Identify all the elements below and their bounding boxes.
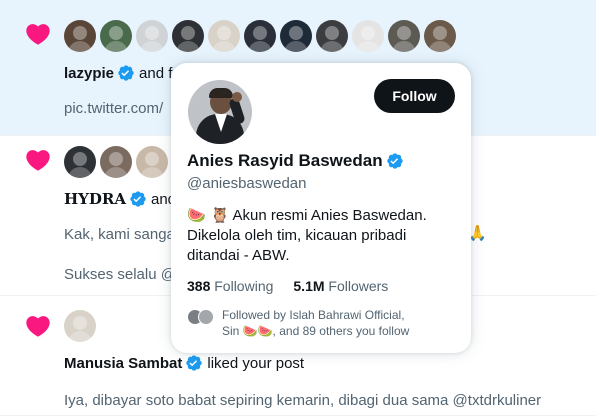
profile-name-text: Anies Rasyid Baswedan xyxy=(187,151,383,170)
liker-avatars xyxy=(64,146,168,178)
avatar[interactable] xyxy=(136,20,168,52)
followers-label: Followers xyxy=(328,278,389,294)
avatar[interactable] xyxy=(136,146,168,178)
profile-handle[interactable]: @aniesbaswedan xyxy=(187,175,306,192)
post-preview[interactable]: Kak, kami sanga xyxy=(64,226,175,243)
verified-badge-icon xyxy=(117,64,135,82)
avatar[interactable] xyxy=(100,146,132,178)
avatar[interactable] xyxy=(64,310,96,342)
followed-by-line-1: Followed by Islah Bahrawi Official, xyxy=(222,308,405,322)
liker-avatars xyxy=(64,20,456,52)
avatar[interactable] xyxy=(64,20,96,52)
profile-name[interactable]: Anies Rasyid Baswedan xyxy=(187,151,408,171)
user-name[interactable]: Manusia Sambat xyxy=(64,355,182,372)
avatar[interactable] xyxy=(172,20,204,52)
notification-header: HYDRA and xyxy=(64,190,176,208)
user-name[interactable]: lazypie xyxy=(64,65,114,82)
avatar[interactable] xyxy=(280,20,312,52)
avatar[interactable] xyxy=(208,20,240,52)
profile-hovercard: Follow Anies Rasyid Baswedan @aniesbaswe… xyxy=(171,63,471,353)
avatar[interactable] xyxy=(64,146,96,178)
post-preview[interactable]: Iya, dibayar soto babat sepiring kemarin… xyxy=(64,392,541,409)
followers-count: 5.1M xyxy=(293,278,325,294)
notification-action: and f xyxy=(139,64,173,82)
notification-header: lazypie and f xyxy=(64,64,172,82)
verified-badge-icon xyxy=(185,354,203,372)
avatar[interactable] xyxy=(188,80,252,144)
follow-button[interactable]: Follow xyxy=(374,79,455,113)
followed-by-line-2: Sin 🍉🍉, and 89 others you follow xyxy=(222,324,410,338)
avatar[interactable] xyxy=(388,20,420,52)
post-preview[interactable]: Sukses selalu @ xyxy=(64,266,176,283)
avatar[interactable] xyxy=(100,20,132,52)
profile-stats: 388 Following 5.1M Followers xyxy=(187,278,388,294)
avatar[interactable] xyxy=(316,20,348,52)
user-name[interactable]: HYDRA xyxy=(64,190,126,208)
heart-icon xyxy=(24,20,52,48)
followers-link[interactable]: 5.1M Followers xyxy=(293,278,388,294)
following-count: 388 xyxy=(187,278,211,294)
notification-header: Manusia Sambat liked your post xyxy=(64,354,304,372)
post-preview[interactable]: pic.twitter.com/ xyxy=(64,100,163,117)
heart-icon xyxy=(24,312,52,340)
following-label: Following xyxy=(214,278,274,294)
followed-by-text: Followed by Islah Bahrawi Official, Sin … xyxy=(222,307,472,339)
bio-emojis: 🍉 🦉 xyxy=(187,206,230,224)
following-link[interactable]: 388 Following xyxy=(187,278,273,294)
liker-avatars xyxy=(64,310,96,342)
avatar[interactable] xyxy=(352,20,384,52)
avatar[interactable] xyxy=(424,20,456,52)
heart-icon xyxy=(24,146,52,174)
avatar xyxy=(198,309,214,325)
verified-badge-icon xyxy=(386,152,404,170)
notification-action: liked your post xyxy=(207,354,305,372)
verified-badge-icon xyxy=(129,190,147,208)
followed-by[interactable]: Followed by Islah Bahrawi Official, Sin … xyxy=(187,307,472,339)
follower-avatars xyxy=(187,309,214,339)
profile-bio: 🍉 🦉 Akun resmi Anies Baswedan. Dikelola … xyxy=(187,205,455,266)
avatar[interactable] xyxy=(244,20,276,52)
